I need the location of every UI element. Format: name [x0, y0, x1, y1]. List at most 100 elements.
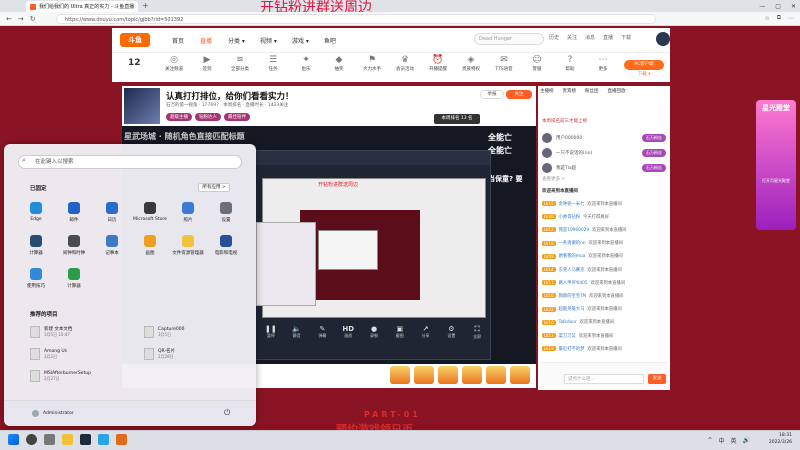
- history-icon[interactable]: 历史: [546, 34, 562, 41]
- tab-host-rank[interactable]: 主播榜: [540, 88, 554, 94]
- pinned-app[interactable]: Edge: [18, 202, 54, 222]
- chat-username[interactable]: 一条清澈的nn: [559, 240, 586, 246]
- gift-item[interactable]: [438, 366, 458, 384]
- tray-overflow-icon[interactable]: ^: [707, 437, 712, 444]
- pinned-app[interactable]: 照片: [170, 202, 206, 223]
- chat-username[interactable]: 东莞人马赛克: [559, 267, 585, 273]
- forward-button[interactable]: →: [18, 15, 24, 23]
- player-control[interactable]: ↗ 分享: [417, 325, 435, 339]
- pc-client-download[interactable]: 下载 ▾: [624, 71, 664, 79]
- recommended-item[interactable]: MSIAfterburnerSetup 2月27日: [30, 368, 130, 384]
- search-icon[interactable]: [26, 434, 37, 445]
- favorite-star-icon[interactable]: ☆: [764, 15, 769, 22]
- nav-game[interactable]: 游戏 ▾: [292, 36, 309, 45]
- file-explorer-icon[interactable]: [62, 434, 73, 445]
- pinned-app[interactable]: 计算器: [18, 235, 54, 256]
- user-avatar[interactable]: [656, 32, 670, 46]
- douyu-logo[interactable]: 斗鱼: [120, 33, 150, 47]
- player-control[interactable]: HD 画质: [339, 325, 357, 339]
- gift-item[interactable]: [462, 366, 482, 384]
- volume-icon[interactable]: 🔊: [743, 437, 750, 444]
- gift-item[interactable]: [486, 366, 506, 384]
- category-item[interactable]: ☺ 客服: [523, 54, 551, 72]
- chat-username[interactable]: 小帅哥钻粉: [559, 214, 580, 220]
- category-item[interactable]: ♛ 会员活动: [391, 54, 419, 72]
- chat-username[interactable]: 菜刀刀又: [559, 333, 576, 339]
- chat-username[interactable]: 她看我的mua: [559, 253, 586, 259]
- gift-item[interactable]: [510, 366, 530, 384]
- category-item[interactable]: ? 帮助: [556, 54, 584, 72]
- category-item[interactable]: ▶ 签到: [193, 54, 221, 72]
- close-window-button[interactable]: ✕: [791, 3, 796, 10]
- promo-banner[interactable]: [756, 100, 796, 230]
- category-item[interactable]: ◎ 关注频道: [160, 54, 188, 72]
- player-control[interactable]: ⛶ 全屏: [468, 325, 486, 340]
- rank-row[interactable]: 一只不说话的(nn) 石万粉丝: [542, 146, 666, 159]
- recommended-item[interactable]: Capture000 3月5日: [144, 324, 244, 340]
- chat-input[interactable]: 说点什么吧...: [564, 374, 644, 384]
- new-tab-button[interactable]: +: [142, 2, 149, 10]
- broadcast-icon[interactable]: 直播: [600, 34, 616, 41]
- nav-category[interactable]: 分类 ▾: [228, 36, 245, 45]
- pinned-app[interactable]: 邮件: [56, 202, 92, 223]
- rank-more-link[interactable]: 查看更多 >: [542, 176, 565, 182]
- language-icon[interactable]: 英: [731, 436, 737, 445]
- category-item[interactable]: ✉ TTS语音: [490, 54, 518, 72]
- pinned-app[interactable]: 电影和电视: [208, 235, 244, 256]
- tab-vip-rank[interactable]: 贵宾榜: [563, 88, 577, 94]
- chat-username[interactable]: 路人甲PP0405: [559, 280, 588, 286]
- browser-menu-icon[interactable]: ⋯: [788, 15, 794, 22]
- steam-icon[interactable]: [80, 434, 91, 445]
- all-apps-button[interactable]: 所有应用 >: [198, 183, 230, 192]
- browser-tab[interactable]: 我们给我们的 Ultra 真正的实力 - 斗鱼直播: [26, 1, 138, 12]
- pinned-app[interactable]: 使用技巧: [18, 268, 54, 289]
- nav-video[interactable]: 视频 ▾: [260, 36, 277, 45]
- user-button[interactable]: Administrator: [32, 410, 74, 417]
- pinned-app[interactable]: 画图: [132, 235, 168, 256]
- player-control[interactable]: ✎ 弹幕: [314, 325, 332, 339]
- message-icon[interactable]: 消息: [582, 34, 598, 41]
- player-control[interactable]: ▣ 截图: [391, 325, 409, 339]
- pinned-app[interactable]: 计算器: [56, 268, 92, 289]
- pinned-app[interactable]: 记事本: [94, 235, 130, 256]
- category-item[interactable]: ≋ 全部分类: [226, 54, 254, 72]
- player-control[interactable]: ● 录制: [365, 325, 383, 339]
- room-tag[interactable]: 钻粉达人: [195, 113, 221, 121]
- follow-button[interactable]: 关注: [506, 90, 532, 99]
- nav-home[interactable]: 首页: [172, 36, 184, 45]
- collections-icon[interactable]: ⧉: [777, 14, 781, 22]
- gift-item[interactable]: [414, 366, 434, 384]
- streamer-avatar[interactable]: [124, 88, 160, 124]
- chat-username[interactable]: 我是19960029: [559, 227, 589, 233]
- player-control[interactable]: ⚙ 设置: [442, 325, 460, 339]
- nav-live[interactable]: 直播: [200, 36, 212, 45]
- chat-username[interactable]: 颜颜的宝宝7N: [559, 293, 586, 299]
- chat-username[interactable]: 超能英雄大马: [559, 306, 585, 312]
- category-item[interactable]: ☰ 任务: [259, 54, 287, 72]
- minimize-button[interactable]: —: [759, 3, 765, 10]
- chat-username[interactable]: Talkdoor: [559, 320, 577, 325]
- task-view-icon[interactable]: [44, 434, 55, 445]
- pc-client-button[interactable]: PC客户端: [624, 60, 664, 70]
- follow-icon[interactable]: 关注: [564, 34, 580, 41]
- pinned-app[interactable]: Microsoft Store: [132, 202, 168, 222]
- category-item[interactable]: ⋯ 更多: [589, 54, 617, 72]
- nav-yuba[interactable]: 鱼吧: [324, 36, 336, 45]
- recommended-item[interactable]: 新建 文本文档 3月5日 10:47: [30, 324, 130, 340]
- room-tag[interactable]: 最佳陪伴: [224, 113, 250, 121]
- rank-row[interactable]: 我是Tia超 石万粉丝: [542, 161, 666, 174]
- url-input[interactable]: https://www.douyu.com/topic/gjbb?rid=501…: [56, 14, 656, 24]
- download-icon[interactable]: 下载: [618, 34, 634, 41]
- tab-replay[interactable]: 直播回放: [608, 88, 626, 94]
- start-search-input[interactable]: 在此键入以搜索: [18, 155, 242, 169]
- player-control[interactable]: ❚❚ 暂停: [262, 325, 280, 339]
- weekly-rank-badge[interactable]: 本周排名 13 名: [434, 114, 480, 124]
- pinned-app[interactable]: 设置: [208, 202, 244, 223]
- pinned-app[interactable]: 闹钟和时钟: [56, 235, 92, 256]
- back-button[interactable]: ←: [6, 15, 12, 23]
- room-tag[interactable]: 超级主播: [166, 113, 192, 121]
- power-icon[interactable]: ⏻: [224, 408, 230, 418]
- recommended-item[interactable]: Among Us 3月2日: [30, 346, 130, 362]
- windows-start-icon[interactable]: [8, 434, 19, 445]
- maximize-button[interactable]: ▢: [775, 3, 781, 10]
